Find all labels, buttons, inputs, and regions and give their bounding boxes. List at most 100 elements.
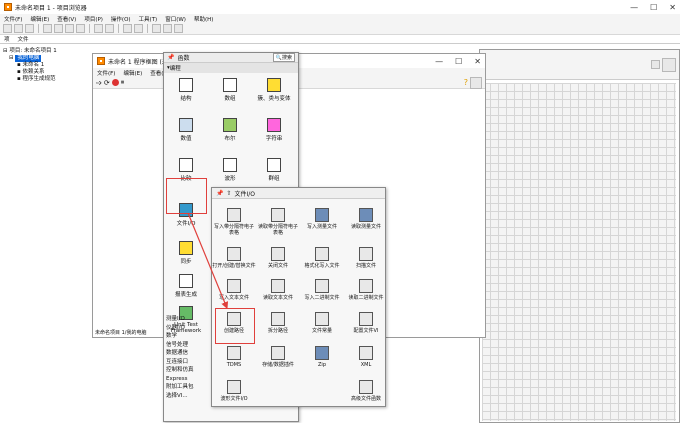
palette-item-string[interactable]: 字符串: [252, 115, 296, 155]
copy-icon[interactable]: [54, 24, 63, 33]
deploy-icon[interactable]: [174, 24, 183, 33]
category-item[interactable]: 选择VI...: [164, 392, 208, 401]
tree-item-vi[interactable]: ▪ 未命名 1: [3, 62, 93, 69]
tree-item-build-specs[interactable]: ▪ 程序生成规范: [3, 76, 93, 83]
fio-item[interactable]: 读取带分隔符电子表格: [256, 206, 300, 244]
category-item[interactable]: 仪器I/O: [164, 324, 208, 333]
pin-icon[interactable]: 📌: [167, 54, 174, 61]
build-icon[interactable]: [163, 24, 172, 33]
new-vi-icon[interactable]: [94, 24, 103, 33]
front-panel-grid[interactable]: [482, 83, 676, 421]
read-spreadsheet-icon: [271, 208, 285, 222]
menu-window[interactable]: 窗口(W): [165, 15, 186, 23]
fio-item[interactable]: 拆分路径: [256, 310, 300, 348]
close-icon[interactable]: ✕: [474, 57, 481, 66]
fio-item[interactable]: 写入带分隔符电子表格: [212, 206, 256, 244]
fio-item[interactable]: 文件常量: [300, 310, 344, 348]
menu-help[interactable]: 帮助(H): [194, 15, 213, 23]
folder-icon[interactable]: [152, 24, 161, 33]
xml-icon: [359, 346, 373, 360]
palette-header: 📌 函数 🔍搜索: [164, 53, 298, 63]
fio-item[interactable]: Zip: [300, 344, 344, 382]
palette-item-arrays[interactable]: 数组: [208, 75, 252, 115]
palette-categories: 测量I/O 仪器I/O 数学 信号处理 数据通信 互连接口 控制和仿真 Expr…: [164, 315, 208, 400]
tab-files[interactable]: 文件: [18, 35, 29, 43]
run-continuous-icon[interactable]: ⟳: [104, 79, 110, 87]
project-tabs: 项 文件: [0, 35, 680, 44]
fio-item[interactable]: 波形文件I/O: [212, 378, 256, 416]
fio-item[interactable]: 配置文件VI: [344, 310, 388, 348]
tree-item-dependencies[interactable]: ▪ 依赖关系: [3, 69, 93, 76]
minimize-icon[interactable]: —: [435, 57, 443, 66]
pause-icon[interactable]: ⏸: [121, 78, 125, 87]
sync-icon: [179, 241, 193, 255]
file-constants-icon: [315, 312, 329, 326]
category-item[interactable]: 控制和仿真: [164, 366, 208, 375]
back-icon[interactable]: [123, 24, 132, 33]
waveform-file-icon: [227, 380, 241, 394]
open-icon[interactable]: [14, 24, 23, 33]
category-item[interactable]: 互连接口: [164, 358, 208, 367]
abort-icon[interactable]: [111, 79, 119, 86]
write-measurement-icon: [315, 208, 329, 222]
add-icon[interactable]: [105, 24, 114, 33]
help-icon[interactable]: [651, 60, 660, 69]
menu-tools[interactable]: 工具(T): [139, 15, 158, 23]
new-icon[interactable]: [3, 24, 12, 33]
forward-icon[interactable]: [134, 24, 143, 33]
back-arrow-icon[interactable]: ⇧: [226, 190, 231, 197]
category-item[interactable]: 数据通信: [164, 349, 208, 358]
build-path-highlight: [215, 308, 255, 344]
menu-edit[interactable]: 编辑(E): [123, 69, 142, 77]
minimize-icon[interactable]: —: [630, 3, 638, 12]
menu-view[interactable]: 查看(V): [57, 15, 76, 23]
category-item[interactable]: 数学: [164, 332, 208, 341]
zip-icon: [315, 346, 329, 360]
palette-item-clusters[interactable]: 簇、类与变体: [252, 75, 296, 115]
project-toolbar: [0, 23, 680, 35]
menu-file[interactable]: 文件(F): [4, 15, 22, 23]
tab-items[interactable]: 项: [4, 35, 10, 43]
maximize-icon[interactable]: ☐: [455, 57, 462, 66]
help-icon[interactable]: ?: [464, 78, 468, 87]
category-item[interactable]: Express: [164, 375, 208, 384]
cut-icon[interactable]: [43, 24, 52, 33]
palette-item-numeric[interactable]: 数值: [164, 115, 208, 155]
palette-item-boolean[interactable]: 布尔: [208, 115, 252, 155]
delete-icon[interactable]: [76, 24, 85, 33]
search-button[interactable]: 🔍搜索: [272, 53, 295, 62]
run-arrow-icon[interactable]: ➩: [96, 79, 102, 87]
menu-operate[interactable]: 操作(O): [111, 15, 131, 23]
fio-item[interactable]: 读取测量文件: [344, 206, 388, 244]
category-item[interactable]: 附加工具包: [164, 383, 208, 392]
project-titlebar: 未命名项目 1 - 项目浏览器 — ☐ ✕: [0, 0, 680, 14]
project-title: 未命名项目 1 - 项目浏览器: [15, 4, 87, 12]
array-icon: [223, 78, 237, 92]
category-item[interactable]: 信号处理: [164, 341, 208, 350]
pin-icon[interactable]: 📌: [216, 190, 223, 197]
fio-item[interactable]: 写入测量文件: [300, 206, 344, 244]
menu-project[interactable]: 项目(P): [84, 15, 103, 23]
tree-item-project[interactable]: ⊟ 项目: 未命名项目 1: [3, 48, 93, 55]
close-icon[interactable]: ✕: [669, 3, 676, 12]
palette-title: 函数: [177, 55, 190, 62]
maximize-icon[interactable]: ☐: [650, 3, 657, 12]
save-icon[interactable]: [25, 24, 34, 33]
close-file-icon: [271, 247, 285, 261]
vi-icon: [662, 57, 676, 72]
fio-item[interactable]: XML: [344, 344, 388, 382]
menu-edit[interactable]: 编辑(E): [30, 15, 49, 23]
tree-item-my-computer[interactable]: ⊟ 我的电脑: [3, 55, 93, 62]
palette-item-structures[interactable]: 结构: [164, 75, 208, 115]
palette-section[interactable]: ▾ 编程: [164, 63, 298, 73]
fio-item[interactable]: 高级文件函数: [344, 378, 388, 416]
menu-file[interactable]: 文件(F): [97, 69, 115, 77]
separator: [118, 24, 119, 33]
paste-icon[interactable]: [65, 24, 74, 33]
category-item[interactable]: 测量I/O: [164, 315, 208, 324]
fio-item[interactable]: 存储/数据插件: [256, 344, 300, 382]
tdms-icon: [227, 346, 241, 360]
file-io-subpalette: 📌 ⇧ 文件I/O 写入带分隔符电子表格 读取带分隔符电子表格 写入测量文件 读…: [211, 187, 386, 407]
fio-item[interactable]: TDMS: [212, 344, 256, 382]
window-controls: — ☐ ✕: [435, 57, 481, 66]
